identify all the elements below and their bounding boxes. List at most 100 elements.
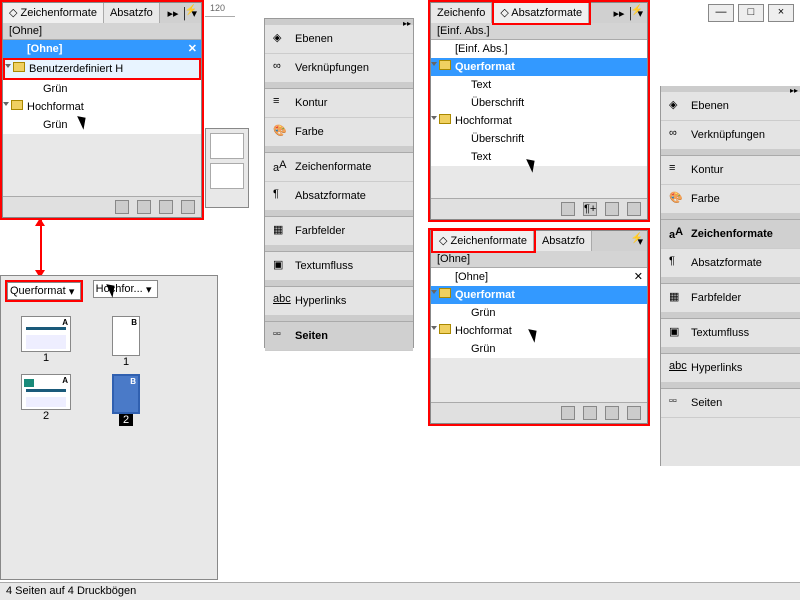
list-item-hochformat[interactable]: Hochformat xyxy=(3,98,201,116)
list-item-gruen[interactable]: Grün xyxy=(3,116,201,134)
disclosure-icon[interactable] xyxy=(5,64,11,68)
page-thumbnail[interactable]: B xyxy=(112,316,140,356)
list-item-ueberschrift[interactable]: Überschrift xyxy=(431,94,647,112)
clear-override-icon[interactable] xyxy=(583,406,597,420)
links-icon: ∞ xyxy=(273,60,289,76)
hochfor-dropdown[interactable]: Hochfor... ▾ xyxy=(93,280,158,298)
panel-header: [Einf. Abs.] ⚡ xyxy=(431,23,647,40)
page-number: 1 xyxy=(11,352,81,364)
lightning-icon: ⚡ xyxy=(631,233,643,244)
side-item-ebenen[interactable]: ◈Ebenen xyxy=(265,25,413,54)
list-item-ohne[interactable]: [Ohne] ✕ xyxy=(3,40,201,58)
strike-icon: ✕ xyxy=(634,270,643,284)
clear-override-icon[interactable] xyxy=(137,200,151,214)
clear-override-icon[interactable]: ¶+ xyxy=(583,202,597,216)
side-item-hyperlinks[interactable]: abcHyperlinks xyxy=(265,287,413,316)
tab-absatzformate[interactable]: Absatzfo xyxy=(104,3,160,23)
new-style-icon[interactable] xyxy=(159,200,173,214)
side-item-seiten[interactable]: ▫▫Seiten xyxy=(661,389,800,418)
window-maximize-button[interactable]: □ xyxy=(738,4,764,22)
side-item-kontur[interactable]: ≡Kontur xyxy=(661,156,800,185)
delete-icon[interactable] xyxy=(181,200,195,214)
side-item-zeichenformate[interactable]: aAZeichenformate xyxy=(265,153,413,182)
side-item-kontur[interactable]: ≡Kontur xyxy=(265,89,413,118)
list-item-benutzerdefiniert[interactable]: Benutzerdefiniert H xyxy=(5,60,199,78)
side-item-absatzformate[interactable]: ¶Absatzformate xyxy=(265,182,413,211)
side-item-farbfelder[interactable]: ▦Farbfelder xyxy=(265,217,413,246)
swatches-icon: ▦ xyxy=(669,290,685,306)
disclosure-icon[interactable] xyxy=(431,290,437,294)
panel-header: [Ohne] ⚡ xyxy=(3,23,201,40)
page-thumbnail[interactable]: A xyxy=(21,374,71,410)
page-thumbnail-selected[interactable]: B xyxy=(112,374,140,414)
side-item-zeichenformate[interactable]: aAZeichenformate xyxy=(661,220,800,249)
folder-icon xyxy=(439,60,451,70)
stroke-icon: ≡ xyxy=(273,95,289,111)
pages-icon: ▫▫ xyxy=(273,328,289,344)
tab-zeichenformate[interactable]: Zeichenfo xyxy=(431,3,492,23)
window-minimize-button[interactable]: — xyxy=(708,4,734,22)
swatches-icon: ▦ xyxy=(273,223,289,239)
ruler xyxy=(205,9,235,17)
layers-icon: ◈ xyxy=(273,31,289,47)
color-icon: 🎨 xyxy=(669,191,685,207)
list-item-ohne[interactable]: [Ohne] ✕ xyxy=(431,268,647,286)
side-item-textumfluss[interactable]: ▣Textumfluss xyxy=(265,252,413,281)
new-style-icon[interactable] xyxy=(605,406,619,420)
tab-absatzformate[interactable]: ◇ Absatzformate xyxy=(494,3,589,23)
panel-header: [Ohne] ⚡ xyxy=(431,251,647,268)
list-item-text[interactable]: Text xyxy=(431,148,647,166)
strike-icon: ✕ xyxy=(188,42,197,56)
new-group-icon[interactable] xyxy=(561,202,575,216)
status-bar: 4 Seiten auf 4 Druckbögen xyxy=(0,582,800,600)
new-group-icon[interactable] xyxy=(561,406,575,420)
list-item-hochformat[interactable]: Hochformat xyxy=(431,322,647,340)
pages-icon: ▫▫ xyxy=(669,395,685,411)
side-item-hyperlinks[interactable]: abcHyperlinks xyxy=(661,354,800,383)
side-item-farbe[interactable]: 🎨Farbe xyxy=(661,185,800,214)
page-thumbnail[interactable]: A xyxy=(21,316,71,352)
delete-icon[interactable] xyxy=(627,202,641,216)
list-item-querformat[interactable]: Querformat xyxy=(431,58,647,76)
page-number-selected: 2 xyxy=(119,414,133,426)
new-group-icon[interactable] xyxy=(115,200,129,214)
dropdown-arrow-icon: ▾ xyxy=(143,283,155,296)
list-item-querformat[interactable]: Querformat xyxy=(431,286,647,304)
list-item-hochformat[interactable]: Hochformat xyxy=(431,112,647,130)
side-item-seiten[interactable]: ▫▫Seiten xyxy=(265,322,413,351)
list-item-text[interactable]: Text xyxy=(431,76,647,94)
folder-icon xyxy=(439,114,451,124)
list-item-einf-abs[interactable]: [Einf. Abs.] xyxy=(431,40,647,58)
disclosure-icon[interactable] xyxy=(431,116,437,120)
side-item-textumfluss[interactable]: ▣Textumfluss xyxy=(661,319,800,348)
tab-zeichenformate[interactable]: ◇ Zeichenformate xyxy=(433,231,534,251)
delete-icon[interactable] xyxy=(627,406,641,420)
side-item-farbfelder[interactable]: ▦Farbfelder xyxy=(661,284,800,313)
disclosure-icon[interactable] xyxy=(3,102,9,106)
tab-absatzformate[interactable]: Absatzfo xyxy=(536,231,592,251)
side-item-absatzformate[interactable]: ¶Absatzformate xyxy=(661,249,800,278)
links-icon: ∞ xyxy=(669,127,685,143)
textwrap-icon: ▣ xyxy=(273,258,289,274)
tab-zeichenformate[interactable]: ◇ Zeichenformate xyxy=(3,3,104,23)
textwrap-icon: ▣ xyxy=(669,325,685,341)
lightning-icon: ⚡ xyxy=(185,5,197,16)
disclosure-icon[interactable] xyxy=(431,62,437,66)
side-item-verknuepfungen[interactable]: ∞Verknüpfungen xyxy=(661,121,800,150)
list-item-ueberschrift[interactable]: Überschrift xyxy=(431,130,647,148)
folder-icon xyxy=(439,288,451,298)
list-item-gruen[interactable]: Grün xyxy=(431,340,647,358)
side-item-farbe[interactable]: 🎨Farbe xyxy=(265,118,413,147)
folder-icon xyxy=(13,62,25,72)
querformat-dropdown[interactable]: Querformat ▾ xyxy=(7,282,81,300)
stroke-icon: ≡ xyxy=(669,162,685,178)
folder-icon xyxy=(11,100,23,110)
list-item-gruen[interactable]: Grün xyxy=(431,304,647,322)
window-close-button[interactable]: × xyxy=(768,4,794,22)
disclosure-icon[interactable] xyxy=(431,326,437,330)
side-item-verknuepfungen[interactable]: ∞Verknüpfungen xyxy=(265,54,413,83)
list-item-gruen[interactable]: Grün xyxy=(3,80,201,98)
arrow-head-icon xyxy=(35,218,45,226)
side-item-ebenen[interactable]: ◈Ebenen xyxy=(661,92,800,121)
new-style-icon[interactable] xyxy=(605,202,619,216)
